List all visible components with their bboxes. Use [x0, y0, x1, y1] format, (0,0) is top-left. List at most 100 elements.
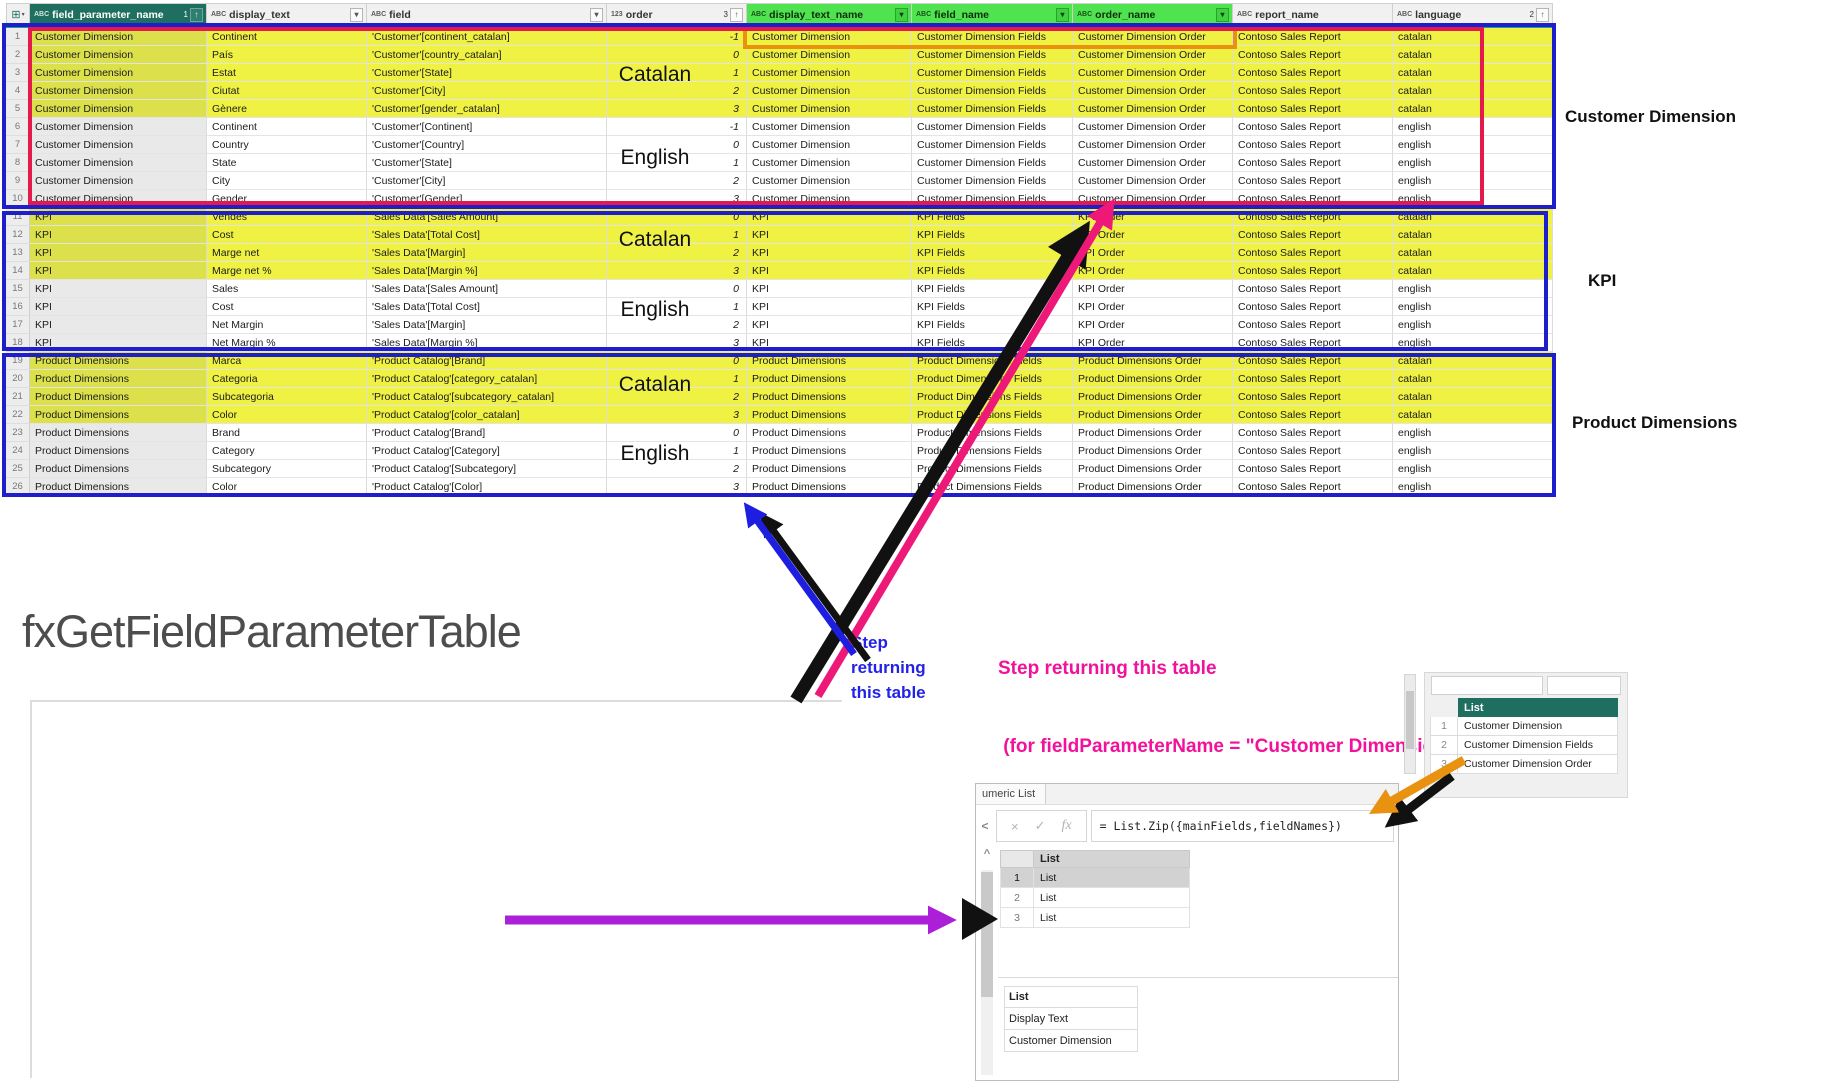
code-line [44, 840, 842, 866]
column-header[interactable]: ABC field_name ▾ [912, 3, 1073, 25]
column-header[interactable]: ABC order_name ▾ [1073, 3, 1233, 25]
table-row[interactable]: 22 Product Dimensions Color 'Product Cat… [6, 406, 1553, 424]
cell-field: 'Sales Data'[Margin %] [367, 262, 607, 280]
column-header[interactable]: 123 order 3 ↑ [607, 3, 747, 25]
table-row[interactable]: 26 Product Dimensions Color 'Product Cat… [6, 478, 1553, 496]
table-row[interactable]: 11 KPI Vendes 'Sales Data'[Sales Amount]… [6, 208, 1553, 226]
pink-note-line: (for fieldParameterName = "Customer Dime… [998, 734, 1461, 760]
cell-language: catalan [1393, 82, 1553, 100]
table-row[interactable]: 5 Customer Dimension Gènere 'Customer'[g… [6, 100, 1553, 118]
table-row[interactable]: 13 KPI Marge net 'Sales Data'[Margin] 2 … [6, 244, 1553, 262]
sort-ascending-icon[interactable]: ↑ [730, 8, 743, 22]
grid-row[interactable]: 1 Customer Dimension [1430, 717, 1618, 736]
cell-display-text: Cost [207, 226, 367, 244]
grid-corner-cell[interactable] [1000, 850, 1034, 868]
list-grid: List 1 List 2 List 3 List [1000, 850, 1190, 928]
row-number: 19 [6, 352, 30, 370]
grid-row[interactable]: 2 List [1000, 888, 1190, 908]
cell-order-name: Product Dimensions Order [1073, 388, 1233, 406]
table-row[interactable]: 23 Product Dimensions Brand 'Product Cat… [6, 424, 1553, 442]
table-row[interactable]: 21 Product Dimensions Subcategoria 'Prod… [6, 388, 1553, 406]
cell-language: english [1393, 118, 1553, 136]
table-row[interactable]: 18 KPI Net Margin % 'Sales Data'[Margin … [6, 334, 1553, 352]
grid-column-header[interactable]: List [1458, 698, 1618, 717]
filter-dropdown-icon[interactable]: ▾ [1216, 8, 1229, 22]
cell-field-parameter-name: KPI [30, 334, 207, 352]
collapse-nav-icon[interactable]: < [978, 819, 992, 833]
fx-icon[interactable]: fx [1062, 818, 1072, 834]
column-header[interactable]: ABC language 2 ↑ [1393, 3, 1553, 25]
cell-field-parameter-name: Product Dimensions [30, 370, 207, 388]
tab-numeric-list[interactable]: umeric List [976, 784, 1046, 804]
grid-row[interactable]: 2 Customer Dimension Fields [1430, 736, 1618, 755]
table-row[interactable]: 9 Customer Dimension City 'Customer'[Cit… [6, 172, 1553, 190]
cell-field-name: Product Dimensions Fields [912, 460, 1073, 478]
header-controls: 3 ↑ [724, 8, 743, 22]
cell-field-name: Customer Dimension Fields [912, 100, 1073, 118]
cell-field: 'Customer'[State] [367, 154, 607, 172]
cell-field-parameter-name: Customer Dimension [30, 136, 207, 154]
table-row[interactable]: 10 Customer Dimension Gender 'Customer'[… [6, 190, 1553, 208]
table-row[interactable]: 4 Customer Dimension Ciutat 'Customer'[C… [6, 82, 1553, 100]
column-header[interactable]: ABC display_text_name ▾ [747, 3, 912, 25]
grid-row[interactable]: 3 List [1000, 908, 1190, 928]
filter-dropdown-icon[interactable]: ▾ [350, 8, 363, 22]
table-row[interactable]: 7 Customer Dimension Country 'Customer'[… [6, 136, 1553, 154]
scrollbar-thumb[interactable] [981, 872, 993, 997]
vertical-scrollbar[interactable] [981, 870, 993, 1075]
filter-dropdown-icon[interactable]: ▾ [1056, 8, 1069, 22]
table-row[interactable]: 20 Product Dimensions Categoria 'Product… [6, 370, 1553, 388]
column-header[interactable]: ABC report_name [1233, 3, 1393, 25]
column-header[interactable]: ABC field_parameter_name 1 ↑ [30, 3, 207, 25]
table-row[interactable]: 14 KPI Marge net % 'Sales Data'[Margin %… [6, 262, 1553, 280]
cell-language: catalan [1393, 388, 1553, 406]
code-lines [44, 710, 842, 1048]
table-row[interactable]: 3 Customer Dimension Estat 'Customer'[St… [6, 64, 1553, 82]
cell-field-name: Customer Dimension Fields [912, 172, 1073, 190]
cell-display-text-name: KPI [747, 244, 912, 262]
cell-language: catalan [1393, 370, 1553, 388]
table-row[interactable]: 6 Customer Dimension Continent 'Customer… [6, 118, 1553, 136]
column-label: display_text_name [769, 9, 863, 21]
filter-dropdown-icon[interactable]: ▾ [590, 8, 603, 22]
grid-row[interactable]: 1 List [1000, 868, 1190, 888]
cell-order-name: Customer Dimension Order [1073, 118, 1233, 136]
cell-field-parameter-name: Product Dimensions [30, 460, 207, 478]
grid-row[interactable]: 3 Customer Dimension Order [1430, 755, 1618, 774]
table-row[interactable]: 24 Product Dimensions Category 'Product … [6, 442, 1553, 460]
scrollbar-thumb[interactable] [1406, 691, 1414, 749]
sort-ascending-icon[interactable]: ↑ [190, 8, 203, 22]
filter-dropdown-icon[interactable]: ▾ [895, 8, 908, 22]
table-row[interactable]: 16 KPI Cost 'Sales Data'[Total Cost] 1 K… [6, 298, 1553, 316]
table-row[interactable]: 1 Customer Dimension Continent 'Customer… [6, 28, 1553, 46]
sort-ascending-icon[interactable]: ↑ [1536, 8, 1549, 22]
table-row[interactable]: 25 Product Dimensions Subcategory 'Produ… [6, 460, 1553, 478]
table-row[interactable]: 19 Product Dimensions Marca 'Product Cat… [6, 352, 1553, 370]
table-row[interactable]: 2 Customer Dimension País 'Customer'[cou… [6, 46, 1553, 64]
grid-column-header[interactable]: List [1034, 850, 1190, 868]
blue-note-line: Step [851, 630, 926, 655]
table-row[interactable]: 8 Customer Dimension State 'Customer'[St… [6, 154, 1553, 172]
column-header[interactable]: ABC display_text ▾ [207, 3, 367, 25]
cell-order-name: Product Dimensions Order [1073, 442, 1233, 460]
cell-display-text: Marge net % [207, 262, 367, 280]
cell-display-text: Color [207, 406, 367, 424]
cancel-icon[interactable]: × [1011, 819, 1019, 834]
formula-input[interactable]: = List.Zip({mainFields,fieldNames}) [1091, 810, 1394, 842]
sort-priority-badge: 1 [184, 10, 188, 19]
table-row[interactable]: 17 KPI Net Margin 'Sales Data'[Margin] 2… [6, 316, 1553, 334]
scrollbar-fragment[interactable] [1404, 674, 1416, 774]
cell-report-name: Contoso Sales Report [1233, 244, 1393, 262]
cell-report-name: Contoso Sales Report [1233, 208, 1393, 226]
scroll-up-icon[interactable]: ^ [976, 848, 998, 860]
table-row[interactable]: 12 KPI Cost 'Sales Data'[Total Cost] 1 K… [6, 226, 1553, 244]
cell-field-parameter-name: KPI [30, 208, 207, 226]
table-row[interactable]: 15 KPI Sales 'Sales Data'[Sales Amount] … [6, 280, 1553, 298]
check-icon[interactable]: ✓ [1035, 818, 1046, 834]
cell-order: 3 [607, 334, 747, 352]
select-all-corner[interactable]: ⊞▾ [6, 3, 30, 25]
column-header[interactable]: ABC field ▾ [367, 3, 607, 25]
column-label: report_name [1255, 9, 1319, 21]
grid-row-value: Customer Dimension Order [1458, 755, 1618, 774]
cell-language: catalan [1393, 244, 1553, 262]
